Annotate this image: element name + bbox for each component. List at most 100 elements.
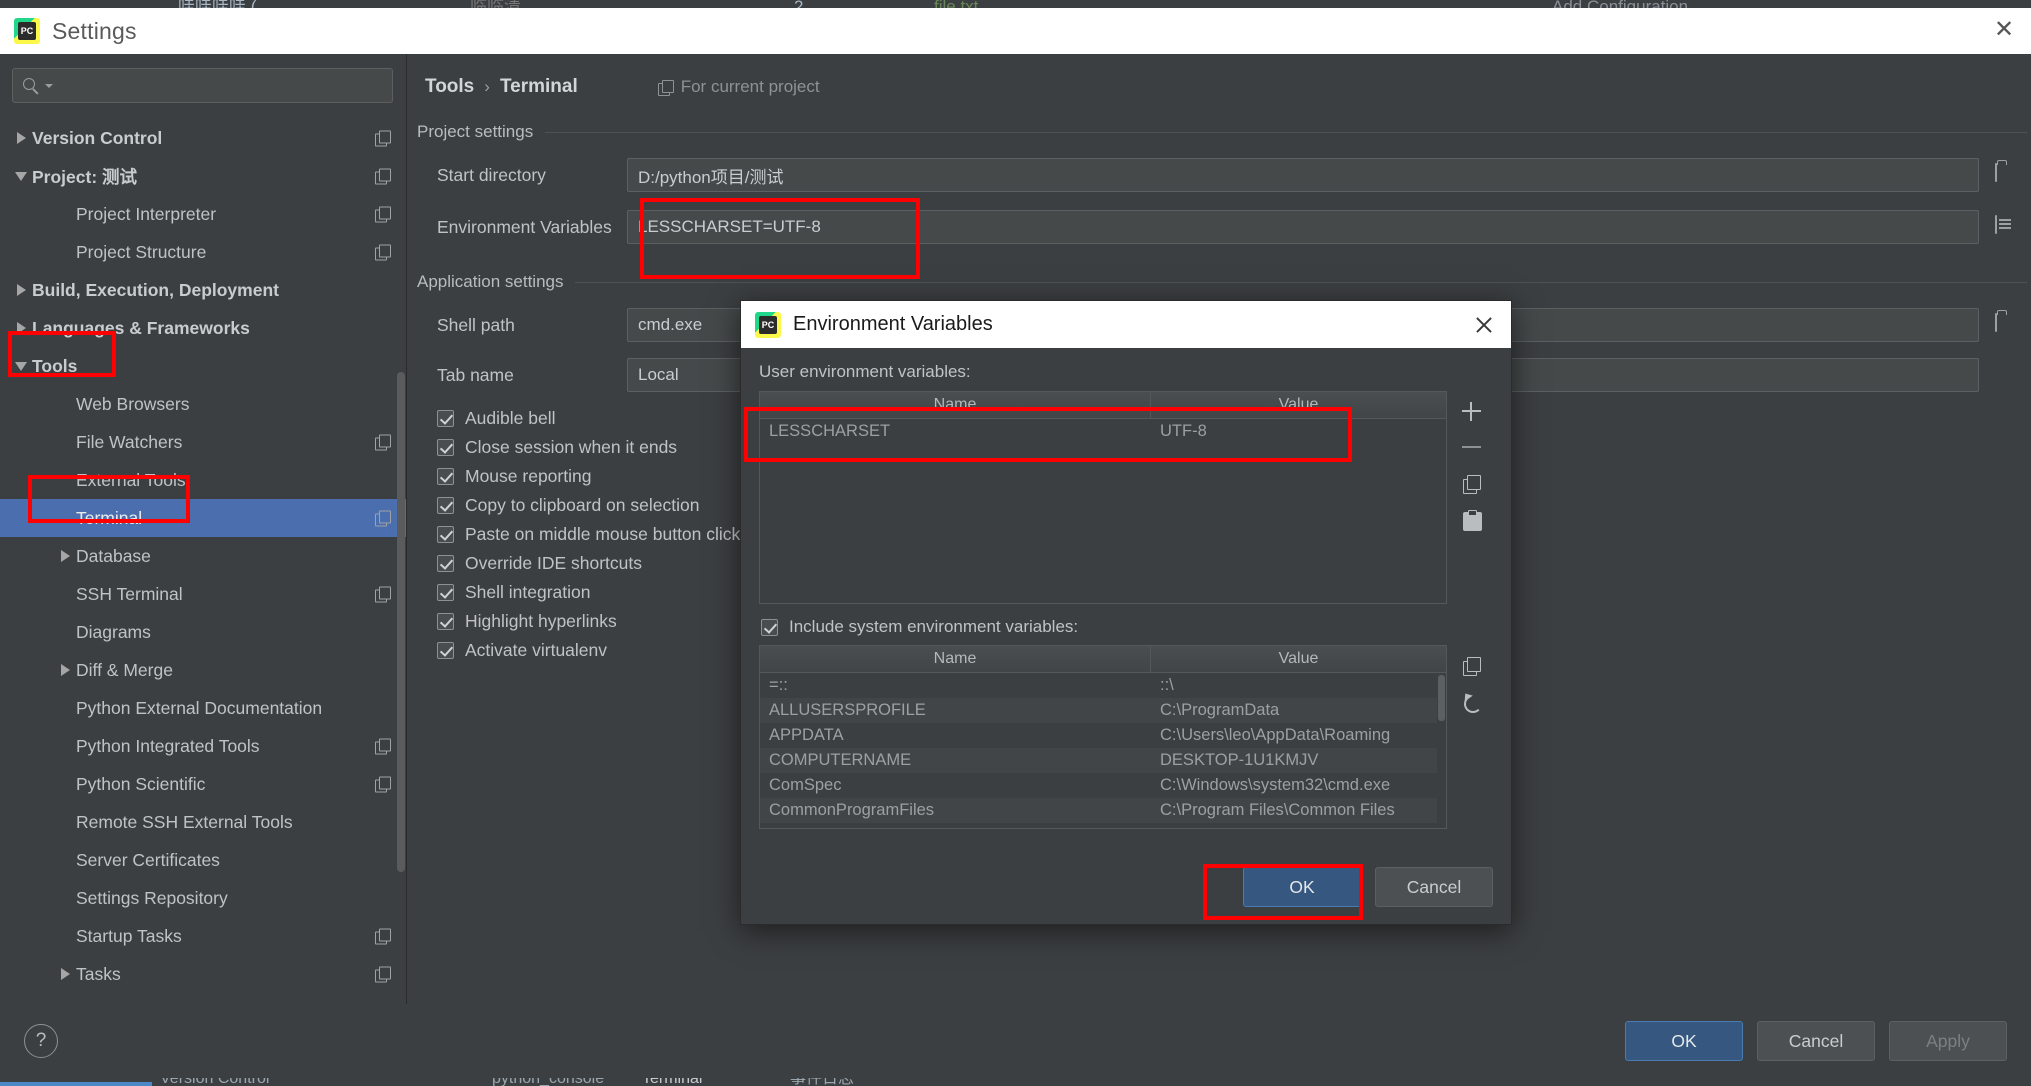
include-system-variables-checkbox[interactable]	[761, 619, 778, 636]
sidebar-item-startup-tasks[interactable]: Startup Tasks	[0, 917, 406, 955]
copy-settings-icon	[375, 777, 390, 792]
chevron-right-icon[interactable]	[54, 550, 76, 562]
system-table-scrollbar[interactable]	[1437, 673, 1446, 828]
sidebar-item-diff-merge[interactable]: Diff & Merge	[0, 651, 406, 689]
remove-icon[interactable]	[1454, 431, 1488, 463]
copy-icon[interactable]	[1454, 467, 1488, 499]
table-row[interactable]: ComSpecC:\Windows\system32\cmd.exe	[760, 773, 1446, 798]
table-row[interactable]: CommonProgramFilesC:\Program Files\Commo…	[760, 798, 1446, 823]
sidebar-item-server-certificates[interactable]: Server Certificates	[0, 841, 406, 879]
sidebar-item-tasks[interactable]: Tasks	[0, 955, 406, 993]
environment-variables-browse-icon[interactable]	[1995, 216, 2017, 238]
dialog-close-icon[interactable]	[1471, 312, 1497, 338]
table-row[interactable]: ALLUSERSPROFILEC:\ProgramData	[760, 698, 1446, 723]
start-directory-label: Start directory	[437, 165, 627, 186]
chevron-down-icon[interactable]	[10, 172, 32, 181]
shell-path-browse-icon[interactable]	[1995, 314, 2017, 336]
sidebar-item-settings-repository[interactable]: Settings Repository	[0, 879, 406, 917]
paste-icon[interactable]	[1454, 503, 1488, 535]
checkbox-input[interactable]	[437, 613, 454, 630]
table-row[interactable]: COMPUTERNAMEDESKTOP-1U1KMJV	[760, 748, 1446, 773]
sidebar-item-version-control[interactable]: Version Control	[0, 119, 406, 157]
settings-ok-button[interactable]: OK	[1625, 1021, 1743, 1061]
system-table-col-name[interactable]: Name	[760, 646, 1151, 672]
sidebar-item-file-watchers[interactable]: File Watchers	[0, 423, 406, 461]
sidebar-item-database[interactable]: Database	[0, 537, 406, 575]
sidebar-item-label: Build, Execution, Deployment	[32, 280, 279, 301]
help-button[interactable]: ?	[24, 1024, 58, 1058]
environment-variables-label: Environment Variables	[437, 217, 627, 238]
sidebar-item-label: Tasks	[76, 964, 121, 985]
environment-variables-input[interactable]: LESSCHARSET=UTF-8	[627, 210, 1979, 244]
add-icon[interactable]	[1454, 395, 1488, 427]
checkbox-label: Activate virtualenv	[465, 640, 607, 661]
window-title: Settings	[52, 18, 137, 45]
cell-name: =::	[760, 676, 1151, 695]
sidebar-item-web-browsers[interactable]: Web Browsers	[0, 385, 406, 423]
chevron-right-icon[interactable]	[54, 968, 76, 980]
revert-icon[interactable]	[1454, 685, 1488, 717]
sidebar-item-remote-ssh-external-tools[interactable]: Remote SSH External Tools	[0, 803, 406, 841]
chevron-right-icon[interactable]	[10, 284, 32, 296]
dialog-ok-button[interactable]: OK	[1243, 867, 1361, 907]
include-system-variables-row[interactable]: Include system environment variables:	[761, 617, 1495, 637]
sidebar-item-build-execution-deployment[interactable]: Build, Execution, Deployment	[0, 271, 406, 309]
table-row[interactable]: LESSCHARSETUTF-8	[760, 419, 1446, 444]
search-box[interactable]	[12, 68, 393, 103]
copy-icon[interactable]	[1454, 649, 1488, 681]
sidebar-item-python-scientific[interactable]: Python Scientific	[0, 765, 406, 803]
system-table-col-value[interactable]: Value	[1151, 646, 1446, 672]
user-table-toolbar	[1447, 391, 1495, 604]
checkbox-input[interactable]	[437, 439, 454, 456]
checkbox-input[interactable]	[437, 642, 454, 659]
checkbox-input[interactable]	[437, 555, 454, 572]
checkbox-input[interactable]	[437, 410, 454, 427]
sidebar-item-external-tools[interactable]: External Tools	[0, 461, 406, 499]
sidebar-item-project-structure[interactable]: Project Structure	[0, 233, 406, 271]
sidebar-scrollbar[interactable]	[396, 54, 406, 1004]
section-divider	[545, 132, 2027, 133]
sidebar-item-languages-frameworks[interactable]: Languages & Frameworks	[0, 309, 406, 347]
system-variables-table: Name Value =::::\ALLUSERSPROFILEC:\Progr…	[759, 645, 1447, 829]
dialog-cancel-button[interactable]: Cancel	[1375, 867, 1493, 907]
sidebar-item-project-interpreter[interactable]: Project Interpreter	[0, 195, 406, 233]
breadcrumb-root[interactable]: Tools	[425, 76, 474, 98]
sidebar-item-ssh-terminal[interactable]: SSH Terminal	[0, 575, 406, 613]
checkbox-input[interactable]	[437, 468, 454, 485]
settings-apply-button: Apply	[1889, 1021, 2007, 1061]
sidebar-item-vagrant[interactable]: Vagrant	[0, 993, 406, 1004]
user-table-header: Name Value	[760, 392, 1446, 419]
user-table-body: LESSCHARSETUTF-8	[760, 419, 1446, 603]
sidebar-item-tools[interactable]: Tools	[0, 347, 406, 385]
sidebar-item-diagrams[interactable]: Diagrams	[0, 613, 406, 651]
user-table-col-name[interactable]: Name	[760, 392, 1151, 418]
breadcrumb-separator: ›	[484, 77, 490, 97]
checkbox-input[interactable]	[437, 526, 454, 543]
browse-folder-icon[interactable]	[1995, 164, 2017, 186]
chevron-right-icon[interactable]	[10, 322, 32, 334]
sidebar-item-terminal[interactable]: Terminal	[0, 499, 406, 537]
sidebar-item-label: Version Control	[32, 128, 162, 149]
checkbox-input[interactable]	[437, 497, 454, 514]
settings-title-bar: PC Settings ✕	[0, 8, 2031, 54]
user-table-col-value[interactable]: Value	[1151, 392, 1446, 418]
system-table-body: =::::\ALLUSERSPROFILEC:\ProgramDataAPPDA…	[760, 673, 1446, 828]
chevron-right-icon[interactable]	[54, 664, 76, 676]
sidebar-item-project[interactable]: Project: 测试	[0, 157, 406, 195]
start-directory-input[interactable]: D:/python项目/测试	[627, 158, 1979, 192]
table-row[interactable]: =::::\	[760, 673, 1446, 698]
settings-cancel-button[interactable]: Cancel	[1757, 1021, 1875, 1061]
checkbox-input[interactable]	[437, 584, 454, 601]
environment-variables-row: Environment Variables LESSCHARSET=UTF-8	[407, 210, 2031, 244]
close-icon[interactable]: ✕	[1991, 18, 2017, 44]
sidebar-item-python-external-documentation[interactable]: Python External Documentation	[0, 689, 406, 727]
sidebar-scrollbar-thumb[interactable]	[397, 372, 405, 872]
search-input[interactable]	[53, 77, 383, 95]
chevron-right-icon[interactable]	[10, 132, 32, 144]
chevron-down-icon[interactable]	[10, 362, 32, 371]
system-table-scrollbar-thumb[interactable]	[1438, 675, 1445, 721]
start-directory-row: Start directory D:/python项目/测试	[407, 158, 2031, 192]
sidebar-item-python-integrated-tools[interactable]: Python Integrated Tools	[0, 727, 406, 765]
for-current-project-label: For current project	[681, 77, 820, 97]
table-row[interactable]: APPDATAC:\Users\leo\AppData\Roaming	[760, 723, 1446, 748]
